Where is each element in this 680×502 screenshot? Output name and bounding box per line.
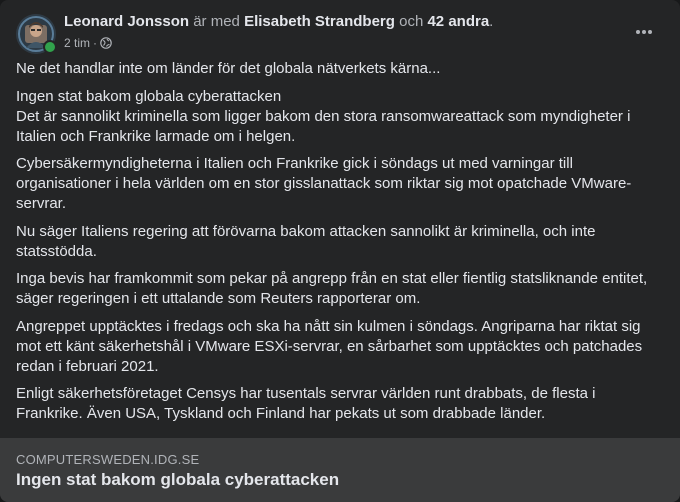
others-link[interactable]: 42 andra bbox=[427, 13, 489, 30]
tagged-person-link[interactable]: Elisabeth Strandberg bbox=[244, 13, 395, 30]
paragraph: Ingen stat bakom globala cyberattacken De… bbox=[16, 87, 666, 147]
separator-dot: · bbox=[93, 36, 98, 50]
paragraph-line: Enligt säkerhetsföretaget Censys har tus… bbox=[16, 385, 596, 422]
author-avatar[interactable] bbox=[16, 14, 57, 54]
online-status-indicator bbox=[43, 40, 57, 54]
link-domain: COMPUTERSWEDEN.IDG.SE bbox=[16, 452, 200, 467]
paragraph: Cybersäkermyndigheterna i Italien och Fr… bbox=[16, 154, 666, 214]
paragraph-line: Ne det handlar inte om länder för det gl… bbox=[16, 60, 441, 77]
author-name-link[interactable]: Leonard Jonsson bbox=[64, 13, 189, 30]
paragraph-heading: Ingen stat bakom globala cyberattacken bbox=[16, 87, 282, 105]
post-timestamp-row: 2 tim · bbox=[64, 35, 493, 51]
post-text: Ne det handlar inte om länder för det gl… bbox=[16, 59, 666, 432]
link-preview-card[interactable]: COMPUTERSWEDEN.IDG.SE Ingen stat bakom g… bbox=[0, 438, 680, 502]
paragraph-line: Inga bevis har framkommit som pekar på a… bbox=[16, 270, 648, 307]
with-text: är med bbox=[193, 13, 240, 30]
paragraph: Inga bevis har framkommit som pekar på a… bbox=[16, 269, 666, 309]
paragraph: Enligt säkerhetsföretaget Censys har tus… bbox=[16, 384, 666, 424]
post-header: Leonard Jonsson är med Elisabeth Strandb… bbox=[16, 12, 664, 56]
ellipsis-icon bbox=[636, 30, 652, 34]
post-timestamp-link[interactable]: 2 tim bbox=[64, 35, 90, 51]
globe-icon[interactable] bbox=[100, 37, 112, 49]
post-actors: Leonard Jonsson är med Elisabeth Strandb… bbox=[64, 12, 493, 32]
post-meta: Leonard Jonsson är med Elisabeth Strandb… bbox=[64, 12, 493, 51]
paragraph: Angreppet upptäcktes i fredags och ska h… bbox=[16, 317, 666, 377]
and-text: och bbox=[399, 13, 424, 30]
paragraph: Nu säger Italiens regering att förövarna… bbox=[16, 222, 666, 262]
link-title[interactable]: Ingen stat bakom globala cyberattacken bbox=[16, 470, 339, 490]
paragraph-line: Nu säger Italiens regering att förövarna… bbox=[16, 222, 596, 260]
paragraph-line: Cybersäkermyndigheterna i Italien och Fr… bbox=[16, 155, 632, 212]
period-text: . bbox=[489, 13, 494, 30]
paragraph-line: Det är sannolikt kriminella som ligger b… bbox=[16, 107, 631, 145]
more-options-button[interactable] bbox=[630, 20, 658, 44]
paragraph-line: Angreppet upptäcktes i fredags och ska h… bbox=[16, 317, 643, 375]
post-card: Leonard Jonsson är med Elisabeth Strandb… bbox=[0, 0, 680, 502]
paragraph: Ne det handlar inte om länder för det gl… bbox=[16, 59, 666, 79]
